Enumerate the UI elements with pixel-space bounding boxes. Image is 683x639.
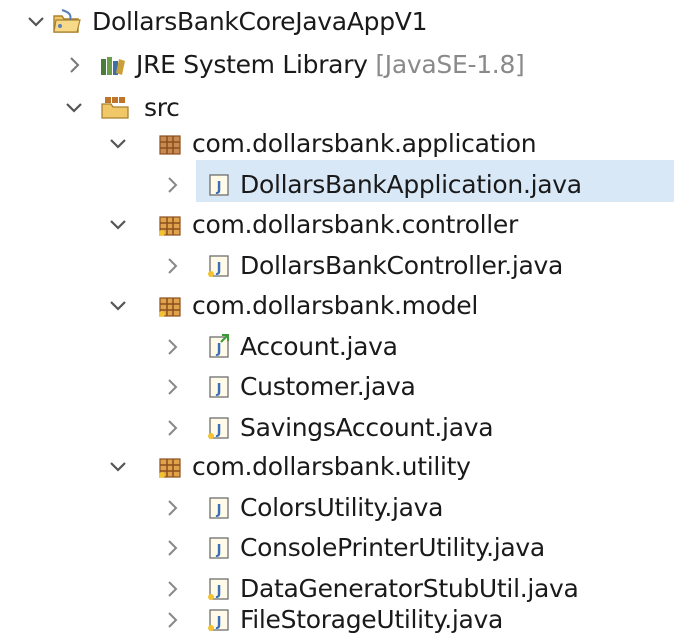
tree-item-package-controller[interactable]: com.dollarsbank.controller: [0, 205, 683, 245]
chevron-right-icon[interactable]: [160, 335, 184, 359]
project-explorer-tree: DollarsBankCoreJavaAppV1 JRE System Libr…: [0, 0, 683, 639]
tree-item-package-utility[interactable]: com.dollarsbank.utility: [0, 447, 683, 487]
file-name: SavingsAccount.java: [240, 413, 494, 442]
tree-item-src[interactable]: src: [0, 88, 683, 128]
java-file-icon: J: [206, 373, 234, 401]
package-name: com.dollarsbank.application: [192, 129, 537, 158]
java-file-icon: J: [206, 606, 234, 634]
file-name: DollarsBankController.java: [240, 251, 564, 280]
java-file-icon: J: [206, 534, 234, 562]
file-name: DollarsBankApplication.java: [240, 170, 582, 199]
package-icon: [156, 292, 184, 320]
source-folder-icon: [100, 94, 129, 122]
tree-item-file-customer[interactable]: J Customer.java: [0, 367, 683, 407]
library-version-decoration: [JavaSE-1.8]: [375, 50, 525, 79]
file-name: ConsolePrinterUtility.java: [240, 533, 545, 562]
file-name: Customer.java: [240, 372, 416, 401]
chevron-right-icon[interactable]: [160, 608, 184, 632]
package-icon: [156, 453, 184, 481]
package-name: com.dollarsbank.utility: [192, 452, 471, 481]
chevron-right-icon[interactable]: [160, 375, 184, 399]
java-file-icon: J: [206, 575, 234, 603]
src-label: src: [144, 93, 180, 122]
package-icon: [156, 130, 184, 158]
file-name: Account.java: [240, 332, 398, 361]
svg-text:J: J: [216, 423, 222, 438]
svg-text:J: J: [216, 503, 222, 518]
chevron-right-icon[interactable]: [160, 577, 184, 601]
java-file-icon: J: [206, 414, 234, 442]
tree-item-file-dollarsbankapplication[interactable]: J DollarsBankApplication.java: [0, 165, 683, 205]
chevron-right-icon[interactable]: [160, 496, 184, 520]
tree-item-file-account[interactable]: J Account.java: [0, 327, 683, 367]
svg-text:J: J: [216, 584, 222, 599]
svg-text:J: J: [216, 615, 222, 630]
package-icon: [156, 211, 184, 239]
library-icon: [98, 51, 126, 79]
tree-item-jre-library[interactable]: JRE System Library [JavaSE-1.8]: [0, 45, 683, 85]
java-file-icon: J: [206, 494, 234, 522]
chevron-right-icon[interactable]: [160, 254, 184, 278]
tree-item-file-filestorageutility[interactable]: J FileStorageUtility.java: [0, 600, 683, 639]
tree-item-project[interactable]: DollarsBankCoreJavaAppV1: [0, 2, 683, 42]
tree-item-package-application[interactable]: com.dollarsbank.application: [0, 124, 683, 164]
svg-text:J: J: [216, 342, 222, 357]
chevron-right-icon[interactable]: [160, 173, 184, 197]
tree-item-file-consoleprinterutility[interactable]: J ConsolePrinterUtility.java: [0, 528, 683, 568]
tree-item-file-colorsutility[interactable]: J ColorsUtility.java: [0, 488, 683, 528]
tree-item-file-dollarsbankcontroller[interactable]: J DollarsBankController.java: [0, 246, 683, 286]
chevron-down-icon[interactable]: [62, 96, 86, 120]
java-file-icon: J: [206, 171, 234, 199]
tree-item-file-savingsaccount[interactable]: J SavingsAccount.java: [0, 408, 683, 448]
chevron-down-icon[interactable]: [106, 294, 130, 318]
chevron-right-icon[interactable]: [160, 416, 184, 440]
java-file-icon: J: [206, 252, 234, 280]
package-name: com.dollarsbank.model: [192, 291, 479, 320]
package-name: com.dollarsbank.controller: [192, 210, 518, 239]
project-name: DollarsBankCoreJavaAppV1: [92, 7, 428, 36]
svg-text:J: J: [216, 261, 222, 276]
svg-text:J: J: [216, 543, 222, 558]
svg-text:J: J: [216, 180, 222, 195]
library-name: JRE System Library: [136, 50, 368, 79]
java-project-icon: [52, 8, 81, 36]
chevron-down-icon[interactable]: [24, 10, 48, 34]
java-file-modified-icon: J: [206, 333, 234, 361]
file-name: ColorsUtility.java: [240, 493, 444, 522]
svg-text:J: J: [216, 382, 222, 397]
chevron-down-icon[interactable]: [106, 132, 130, 156]
chevron-right-icon[interactable]: [160, 536, 184, 560]
chevron-right-icon[interactable]: [62, 53, 86, 77]
chevron-down-icon[interactable]: [106, 213, 130, 237]
file-name: FileStorageUtility.java: [240, 605, 504, 634]
tree-item-package-model[interactable]: com.dollarsbank.model: [0, 286, 683, 326]
chevron-down-icon[interactable]: [106, 455, 130, 479]
